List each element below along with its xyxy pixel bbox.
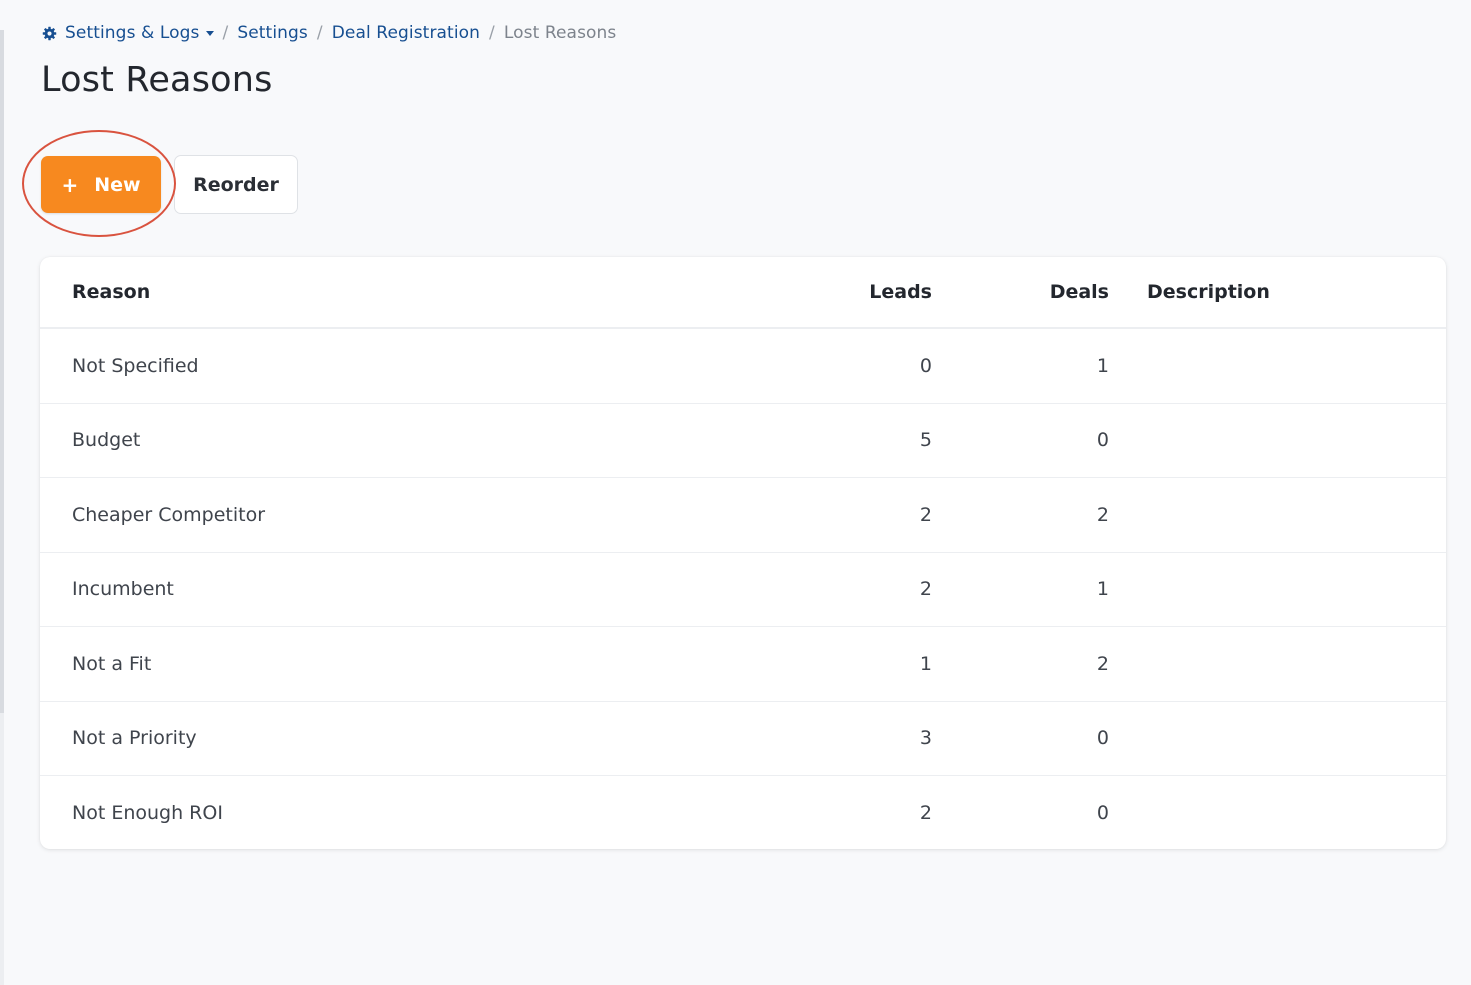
cell-leads: 2 (919, 802, 932, 825)
new-button[interactable]: + New (41, 156, 161, 213)
column-header-reason[interactable]: Reason (40, 281, 800, 303)
breadcrumb-deal-registration[interactable]: Deal Registration (332, 23, 480, 43)
sidebar-edge (0, 30, 4, 713)
sidebar-edge-lower (0, 713, 4, 985)
plus-icon: + (61, 172, 79, 197)
cell-deals: 1 (1096, 578, 1109, 601)
table-row[interactable]: Cheaper Competitor 2 2 (40, 478, 1446, 553)
cell-leads: 3 (919, 727, 932, 750)
breadcrumb-settings-logs-label: Settings & Logs (65, 23, 200, 43)
cell-deals: 0 (1096, 727, 1109, 750)
table-row[interactable]: Incumbent 2 1 (40, 553, 1446, 627)
cell-reason: Not Specified (72, 354, 199, 377)
new-button-label: New (94, 173, 141, 196)
cell-reason: Not Enough ROI (72, 802, 223, 825)
cell-leads: 2 (919, 503, 932, 526)
cell-deals: 2 (1096, 652, 1109, 675)
breadcrumb: Settings & Logs / Settings / Deal Regist… (42, 22, 616, 44)
column-header-deals[interactable]: Deals (932, 281, 1109, 303)
cell-deals: 0 (1096, 802, 1109, 825)
cell-deals: 0 (1096, 429, 1109, 452)
breadcrumb-separator: / (316, 23, 323, 43)
table-row[interactable]: Not Enough ROI 2 0 (40, 776, 1446, 849)
table-body: Not Specified 0 1 Budget 5 0 Cheaper Competito… (40, 329, 1446, 849)
table-header: Reason Leads Deals Description (40, 257, 1446, 329)
column-header-description[interactable]: Description (1109, 281, 1446, 303)
page-title: Lost Reasons (41, 60, 273, 100)
table-row[interactable]: Not a Priority 3 0 (40, 702, 1446, 776)
cell-leads: 5 (919, 429, 932, 452)
cell-leads: 2 (919, 578, 932, 601)
table-row[interactable]: Budget 5 0 (40, 404, 1446, 478)
breadcrumb-current: Lost Reasons (503, 23, 617, 43)
breadcrumb-settings-logs[interactable]: Settings & Logs (42, 23, 214, 43)
breadcrumb-separator: / (489, 23, 495, 43)
column-header-leads[interactable]: Leads (800, 281, 932, 303)
cell-reason: Not a Fit (72, 652, 152, 675)
gear-icon (42, 26, 57, 41)
cell-deals: 1 (1096, 354, 1109, 377)
cell-reason: Not a Priority (72, 727, 197, 750)
cell-leads: 1 (919, 652, 932, 675)
breadcrumb-settings[interactable]: Settings (237, 23, 308, 43)
breadcrumb-separator: / (222, 23, 229, 43)
caret-down-icon (205, 31, 214, 36)
cell-leads: 0 (919, 354, 932, 377)
reorder-button[interactable]: Reorder (174, 155, 298, 214)
cell-reason: Incumbent (72, 578, 174, 601)
cell-reason: Budget (72, 429, 141, 452)
lost-reasons-table: Reason Leads Deals Description Not Speci… (40, 257, 1446, 849)
cell-deals: 2 (1096, 503, 1109, 526)
table-row[interactable]: Not Specified 0 1 (40, 329, 1446, 404)
cell-reason: Cheaper Competitor (72, 503, 266, 526)
table-row[interactable]: Not a Fit 1 2 (40, 627, 1446, 702)
